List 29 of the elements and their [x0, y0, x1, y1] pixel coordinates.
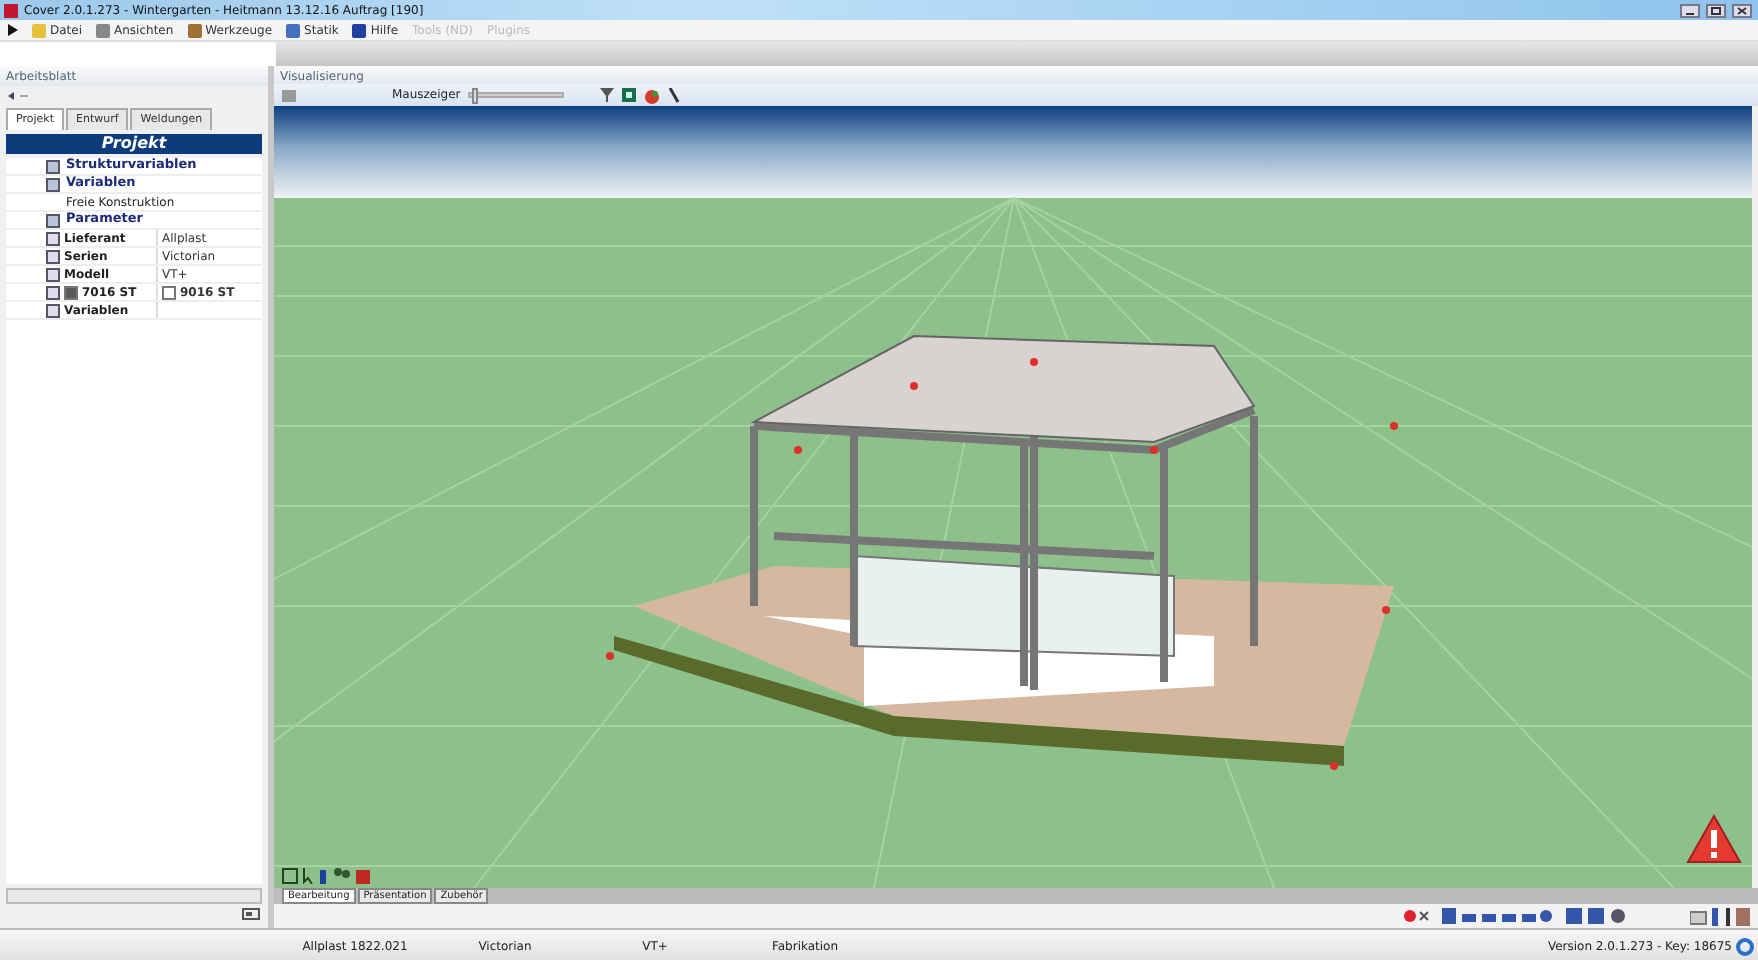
layers-icon[interactable] [1566, 908, 1626, 924]
menu-icon [286, 23, 301, 37]
undo-icon[interactable] [6, 90, 30, 103]
section-header: Projekt [6, 134, 262, 155]
pointer-slider[interactable] [468, 92, 565, 98]
close-icon[interactable] [1732, 3, 1752, 17]
window-icon[interactable] [622, 88, 637, 102]
horizontal-scrollbar[interactable] [6, 888, 262, 904]
menu-icon [32, 23, 46, 37]
apple-icon[interactable] [644, 87, 661, 103]
slider-thumb[interactable] [472, 88, 479, 104]
app-icon [4, 3, 18, 17]
frame-icon[interactable] [282, 868, 298, 884]
menu-icon [187, 23, 202, 37]
color-dots-icon[interactable] [1402, 908, 1430, 924]
minimize-icon[interactable] [1680, 3, 1700, 17]
menu-icon [96, 23, 111, 37]
filter-icon[interactable] [600, 88, 615, 102]
warning-icon [1686, 814, 1742, 864]
pencil-icon[interactable] [668, 87, 681, 103]
circle-icon [1736, 937, 1754, 955]
tools-icon[interactable] [1690, 907, 1750, 925]
folder-icon [46, 213, 60, 228]
menu-icon [352, 23, 367, 37]
play-icon[interactable] [8, 24, 18, 36]
maximize-icon[interactable] [1706, 3, 1726, 17]
bottle-icon[interactable] [318, 868, 328, 884]
cube-icon[interactable] [356, 868, 370, 884]
panel-icon[interactable] [242, 908, 260, 920]
